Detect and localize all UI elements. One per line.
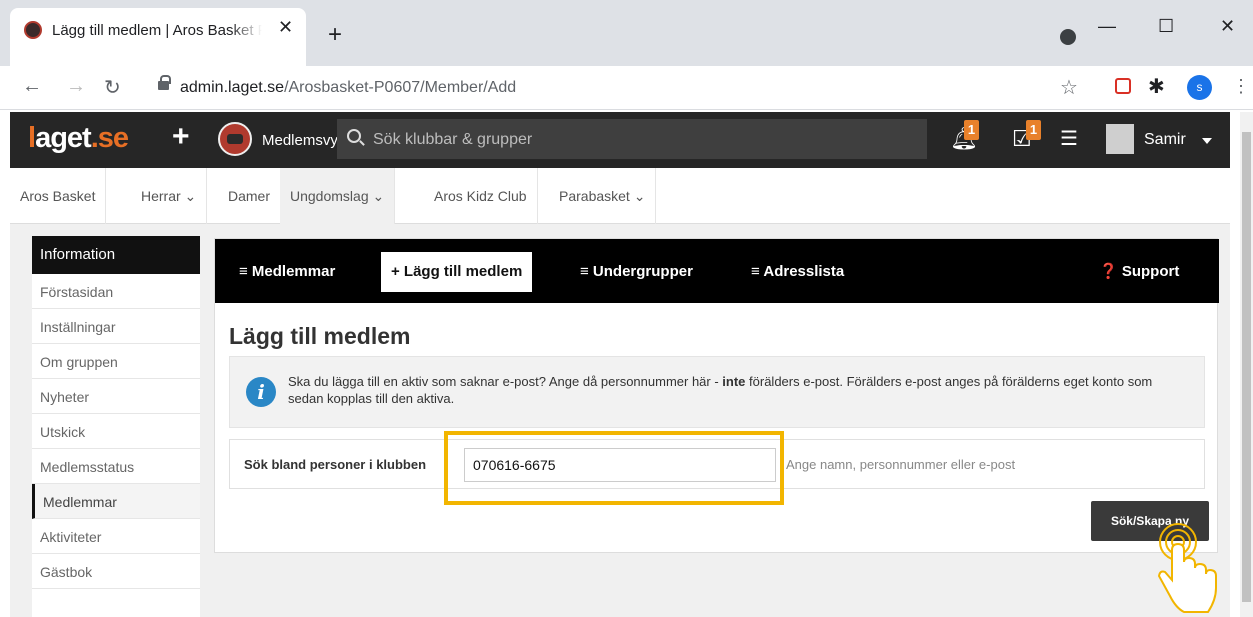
logo-main: aget xyxy=(35,122,92,154)
new-tab-button[interactable]: + xyxy=(328,23,342,47)
notifications-badge: 1 xyxy=(964,120,979,140)
address-bar[interactable]: admin.laget.se/Arosbasket-P0607/Member/A… xyxy=(140,71,1090,105)
logo-se: .se xyxy=(90,122,129,154)
browser-tabstrip: Lägg till medlem | Aros Basket P-0607 ✕ … xyxy=(0,0,1253,66)
tab-members[interactable]: ≡ Medlemmar xyxy=(229,252,345,292)
club-logo-icon[interactable] xyxy=(218,122,252,156)
sidebar-item[interactable]: Nyheter xyxy=(32,379,200,414)
sidebar-item[interactable]: Inställningar xyxy=(32,309,200,344)
browser-tab[interactable]: Lägg till medlem | Aros Basket P-0607 ✕ xyxy=(10,8,306,66)
search-icon xyxy=(347,129,361,143)
page-title: Lägg till medlem xyxy=(229,323,411,349)
group-nav-item[interactable]: Aros Kidz Club xyxy=(424,168,538,224)
reload-button[interactable]: ↻ xyxy=(104,75,121,100)
browser-toolbar: ← → ↻ admin.laget.se/Arosbasket-P0607/Me… xyxy=(0,66,1253,110)
url-host: admin.laget.se xyxy=(180,79,285,96)
url-text: admin.laget.se/Arosbasket-P0607/Member/A… xyxy=(180,79,516,97)
maximize-button[interactable]: ☐ xyxy=(1158,16,1174,37)
user-avatar[interactable] xyxy=(1106,124,1134,154)
bookmark-star-icon[interactable]: ☆ xyxy=(1060,75,1078,100)
close-window-button[interactable]: ✕ xyxy=(1220,16,1235,37)
member-search-label: Sök bland personer i klubben xyxy=(244,457,427,472)
tab-close-icon[interactable]: ✕ xyxy=(278,17,293,38)
url-path: /Arosbasket-P0607/Member/Add xyxy=(284,79,517,96)
site-page: laget.se + Medlemsvy Sök klubbar & grupp… xyxy=(10,112,1230,617)
info-box: i Ska du lägga till en aktiv som saknar … xyxy=(229,356,1205,428)
member-search-help: Ange namn, personnummer eller e-post xyxy=(786,457,1016,472)
create-plus-button[interactable]: + xyxy=(172,122,190,152)
support-link[interactable]: ❓ Support xyxy=(1089,252,1189,292)
group-nav: Aros Basket Herrar ⌄ Damer Ungdomslag ⌄ … xyxy=(10,168,1230,224)
tab-add-member[interactable]: + Lägg till medlem xyxy=(381,252,533,292)
site-favicon-icon xyxy=(24,21,42,39)
logo-l: l xyxy=(28,122,36,154)
laget-logo[interactable]: laget.se xyxy=(28,122,129,155)
info-text-1: Ska du lägga till en aktiv som saknar e-… xyxy=(288,374,723,389)
site-topbar: laget.se + Medlemsvy Sök klubbar & grupp… xyxy=(10,112,1230,168)
page-scrollbar[interactable] xyxy=(1240,112,1253,617)
info-icon: i xyxy=(246,377,276,407)
tasks-badge: 1 xyxy=(1026,120,1041,140)
sidebar-item[interactable]: Medlemsstatus xyxy=(32,449,200,484)
extension-icon[interactable] xyxy=(1115,78,1131,94)
sidebar-item[interactable]: Gästbok xyxy=(32,554,200,589)
sidebar-header: Information xyxy=(32,236,200,274)
tab-address-list[interactable]: ≡ Adresslista xyxy=(741,252,854,292)
tab-subgroups[interactable]: ≡ Undergrupper xyxy=(570,252,703,292)
profile-avatar[interactable]: s xyxy=(1187,75,1212,100)
sidebar-item[interactable]: Utskick xyxy=(32,414,200,449)
group-nav-item[interactable]: Parabasket ⌄ xyxy=(549,168,657,224)
sidebar-item[interactable]: Aktiviteter xyxy=(32,519,200,554)
browser-menu-icon[interactable]: ⋮ xyxy=(1232,76,1250,97)
user-menu-chevron-down-icon[interactable] xyxy=(1202,138,1212,144)
main-panel: ≡ Medlemmar + Lägg till medlem ≡ Undergr… xyxy=(214,238,1219,553)
search-placeholder: Sök klubbar & grupper xyxy=(373,131,533,148)
group-nav-item[interactable]: Damer xyxy=(218,168,282,224)
scrollbar-thumb[interactable] xyxy=(1242,132,1251,602)
document-icon[interactable]: ☰ xyxy=(1060,126,1078,151)
extensions-puzzle-icon[interactable]: ✱ xyxy=(1148,74,1165,99)
user-name[interactable]: Samir xyxy=(1144,131,1186,149)
sidebar-item[interactable]: Om gruppen xyxy=(32,344,200,379)
info-text: Ska du lägga till en aktiv som saknar e-… xyxy=(288,373,1188,407)
pointer-hand-icon xyxy=(1157,523,1217,613)
back-button[interactable]: ← xyxy=(22,75,42,98)
sidebar-item[interactable]: Förstasidan xyxy=(32,274,200,309)
minimize-button[interactable]: — xyxy=(1098,16,1116,37)
group-nav-item[interactable]: Aros Basket xyxy=(10,168,107,224)
sidebar-item-members[interactable]: Medlemmar xyxy=(32,484,200,519)
group-nav-item[interactable]: Herrar ⌄ xyxy=(131,168,208,224)
highlight-box xyxy=(444,431,784,505)
site-search-input[interactable]: Sök klubbar & grupper xyxy=(337,119,927,159)
info-text-bold: inte xyxy=(722,374,746,389)
tab-title: Lägg till medlem | Aros Basket P-0607 xyxy=(52,22,262,39)
tab-search-icon[interactable] xyxy=(1060,29,1076,45)
forward-button[interactable]: → xyxy=(66,75,86,98)
lock-icon[interactable] xyxy=(158,75,171,90)
member-view-link[interactable]: Medlemsvy xyxy=(262,132,338,149)
panel-tabs: ≡ Medlemmar + Lägg till medlem ≡ Undergr… xyxy=(215,239,1219,303)
sidebar: Information Förstasidan Inställningar Om… xyxy=(32,236,200,617)
group-nav-item[interactable]: Ungdomslag ⌄ xyxy=(280,168,396,224)
